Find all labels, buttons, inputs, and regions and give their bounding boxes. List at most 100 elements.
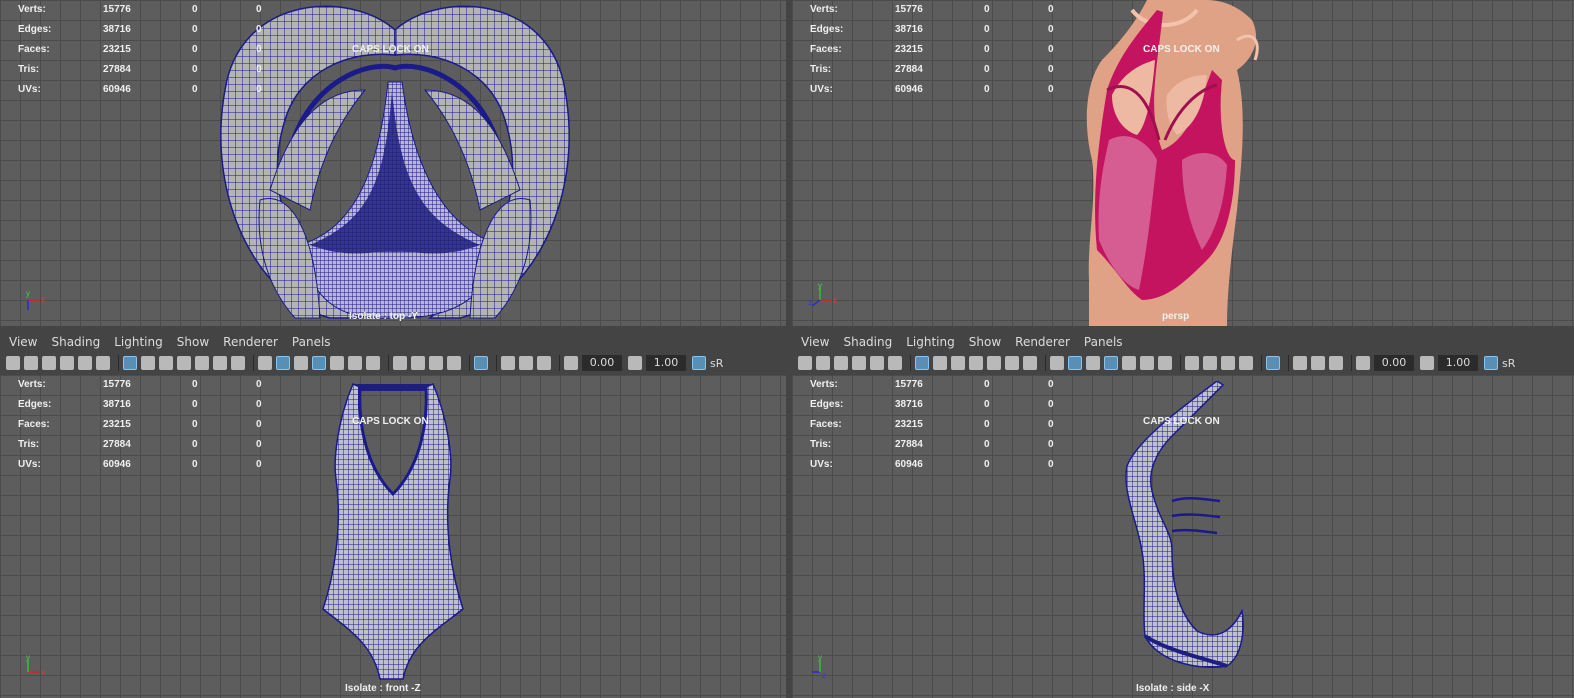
motion-blur-icon[interactable] — [1203, 356, 1217, 370]
viewport-front-canvas[interactable]: Verts: 15776 0 0 Edges: 38716 0 0 Faces: 23215 0… — [0, 375, 786, 698]
camera-attributes-icon[interactable] — [24, 356, 38, 370]
gamma-field[interactable]: 1.00 — [1438, 355, 1478, 371]
hud-value: 23215 — [895, 44, 923, 55]
shadows-icon[interactable] — [1158, 356, 1172, 370]
lights-icon[interactable] — [348, 356, 362, 370]
isolate-select-icon[interactable] — [474, 356, 488, 370]
viewport-persp-canvas[interactable]: Verts: 15776 0 0 Edges: 38716 0 0 Faces: 23215 0… — [792, 0, 1574, 326]
wireframe-icon[interactable] — [1050, 356, 1064, 370]
grid-icon[interactable] — [123, 356, 137, 370]
motion-blur-icon[interactable] — [411, 356, 425, 370]
gamma-icon[interactable] — [628, 356, 642, 370]
resolution-gate-icon[interactable] — [951, 356, 965, 370]
textured-icon[interactable] — [1122, 356, 1136, 370]
hud-value: 0 — [192, 64, 198, 75]
hud-value: 0 — [192, 44, 198, 55]
wireframe-on-shaded-icon[interactable] — [312, 356, 326, 370]
menu-renderer[interactable]: Renderer — [223, 335, 278, 349]
xray-icon[interactable] — [501, 356, 515, 370]
menu-panels[interactable]: Panels — [1084, 335, 1123, 349]
xray-icon[interactable] — [1293, 356, 1307, 370]
depth-of-field-icon[interactable] — [447, 356, 461, 370]
film-gate-icon[interactable] — [141, 356, 155, 370]
safe-action-icon[interactable] — [213, 356, 227, 370]
safe-title-icon[interactable] — [1023, 356, 1037, 370]
select-camera-icon[interactable] — [798, 356, 812, 370]
xray-active-components-icon[interactable] — [1311, 356, 1325, 370]
view-transform-label[interactable]: sR — [1502, 357, 1515, 370]
resolution-gate-icon[interactable] — [159, 356, 173, 370]
smooth-shade-icon[interactable] — [1068, 356, 1082, 370]
anti-aliasing-icon[interactable] — [1221, 356, 1235, 370]
gamma-icon[interactable] — [1420, 356, 1434, 370]
hud-value: 60946 — [895, 459, 923, 470]
grid-icon[interactable] — [915, 356, 929, 370]
exposure-icon[interactable] — [564, 356, 578, 370]
menu-view[interactable]: View — [801, 335, 829, 349]
lights-icon[interactable] — [1140, 356, 1154, 370]
color-management-toggle[interactable] — [692, 356, 706, 370]
menu-show[interactable]: Show — [177, 335, 209, 349]
anti-aliasing-icon[interactable] — [429, 356, 443, 370]
ambient-occlusion-icon[interactable] — [1185, 356, 1199, 370]
safe-action-icon[interactable] — [1005, 356, 1019, 370]
viewport-side-canvas[interactable]: Verts: 15776 0 0 Edges: 38716 0 0 Faces: 23215 0… — [792, 375, 1574, 698]
hud-label: Faces: — [18, 419, 50, 430]
exposure-field[interactable]: 0.00 — [582, 355, 622, 371]
viewport-pane-persp[interactable]: Verts: 15776 0 0 Edges: 38716 0 0 Faces: 23215 0… — [792, 0, 1574, 326]
gamma-field[interactable]: 1.00 — [646, 355, 686, 371]
image-plane-icon[interactable] — [852, 356, 866, 370]
ambient-occlusion-icon[interactable] — [393, 356, 407, 370]
menu-view[interactable]: View — [9, 335, 37, 349]
select-camera-icon[interactable] — [6, 356, 20, 370]
image-plane-icon[interactable] — [60, 356, 74, 370]
hud-value: 60946 — [103, 84, 131, 95]
menu-lighting[interactable]: Lighting — [114, 335, 163, 349]
gate-mask-icon[interactable] — [969, 356, 983, 370]
depth-of-field-icon[interactable] — [1239, 356, 1253, 370]
toolbar-divider — [118, 355, 119, 371]
view-transform-label[interactable]: sR — [710, 357, 723, 370]
grease-pencil-icon[interactable] — [870, 356, 884, 370]
film-gate-icon[interactable] — [933, 356, 947, 370]
exposure-icon[interactable] — [1356, 356, 1370, 370]
2d-pan-zoom-icon[interactable] — [96, 356, 110, 370]
viewport-pane-side[interactable]: View Shading Lighting Show Renderer Pane… — [792, 333, 1574, 698]
camera-attributes-icon[interactable] — [816, 356, 830, 370]
default-material-icon[interactable] — [1086, 356, 1100, 370]
menu-renderer[interactable]: Renderer — [1015, 335, 1070, 349]
camera-label: Isolate : side -X — [1136, 683, 1210, 694]
gate-mask-icon[interactable] — [177, 356, 191, 370]
shadows-icon[interactable] — [366, 356, 380, 370]
viewport-pane-top[interactable]: Verts: 15776 0 0 Edges: 38716 0 0 Faces: 23215 0… — [0, 0, 786, 326]
textured-icon[interactable] — [330, 356, 344, 370]
safe-title-icon[interactable] — [231, 356, 245, 370]
hud-value: 0 — [984, 4, 990, 15]
viewport-top-canvas[interactable]: Verts: 15776 0 0 Edges: 38716 0 0 Faces: 23215 0… — [0, 0, 786, 326]
smooth-shade-icon[interactable] — [276, 356, 290, 370]
isolate-select-icon[interactable] — [1266, 356, 1280, 370]
menu-shading[interactable]: Shading — [843, 335, 892, 349]
menu-lighting[interactable]: Lighting — [906, 335, 955, 349]
wireframe-icon[interactable] — [258, 356, 272, 370]
field-chart-icon[interactable] — [987, 356, 1001, 370]
2d-pan-zoom-icon[interactable] — [888, 356, 902, 370]
default-material-icon[interactable] — [294, 356, 308, 370]
xray-active-components-icon[interactable] — [519, 356, 533, 370]
menu-show[interactable]: Show — [969, 335, 1001, 349]
bookmark-icon[interactable] — [42, 356, 56, 370]
field-chart-icon[interactable] — [195, 356, 209, 370]
menu-shading[interactable]: Shading — [51, 335, 100, 349]
viewport-pane-front[interactable]: View Shading Lighting Show Renderer Pane… — [0, 333, 786, 698]
color-management-toggle[interactable] — [1484, 356, 1498, 370]
wireframe-on-shaded-icon[interactable] — [1104, 356, 1118, 370]
exposure-field[interactable]: 0.00 — [1374, 355, 1414, 371]
bookmark-icon[interactable] — [834, 356, 848, 370]
axis-gizmo-icon: y x z — [808, 282, 837, 307]
hud-value: 0 — [256, 64, 262, 75]
xray-joints-icon[interactable] — [1329, 356, 1343, 370]
xray-joints-icon[interactable] — [537, 356, 551, 370]
grease-pencil-icon[interactable] — [78, 356, 92, 370]
menu-panels[interactable]: Panels — [292, 335, 331, 349]
toolbar-divider — [1180, 355, 1181, 371]
